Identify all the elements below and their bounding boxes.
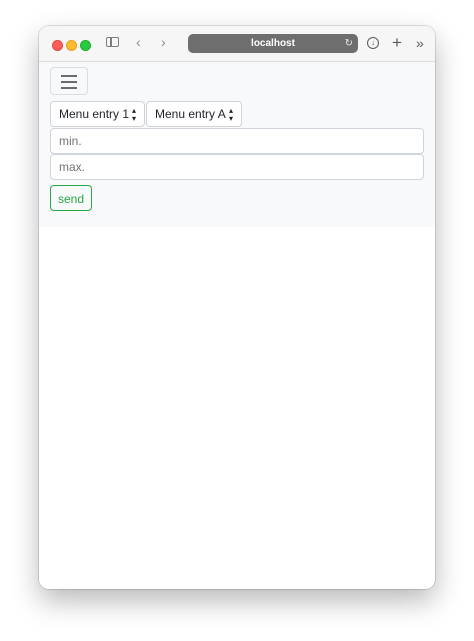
navbar-toggler-button[interactable] <box>50 67 88 95</box>
close-window-button[interactable] <box>52 40 63 51</box>
select-caret-icon: ▴ ▾ <box>131 106 136 123</box>
menu-select-2[interactable]: Menu entry A ▴ ▾ <box>146 101 242 127</box>
select-caret-down-icon: ▾ <box>228 114 233 123</box>
menu-select-2-value: Menu entry A <box>155 107 226 121</box>
download-icon[interactable]: ↓ <box>367 37 379 49</box>
select-caret-down-icon: ▾ <box>131 114 136 123</box>
maximize-window-button[interactable] <box>80 40 91 51</box>
address-bar-url: localhost <box>251 38 295 49</box>
hamburger-icon-bar <box>61 87 77 89</box>
screenshot-stage: ‹ › localhost ↻ ↓ + » Menu entry 1 ▴ ▾ M… <box>0 0 474 641</box>
minimize-window-button[interactable] <box>66 40 77 51</box>
menu-select-1[interactable]: Menu entry 1 ▴ ▾ <box>50 101 145 127</box>
reload-icon[interactable]: ↻ <box>345 37 353 50</box>
sidebar-icon[interactable] <box>106 37 119 47</box>
max-input[interactable] <box>50 154 424 180</box>
send-button[interactable]: send <box>50 185 92 211</box>
select-caret-icon: ▴ ▾ <box>228 106 233 123</box>
navbar: Menu entry 1 ▴▾ Menu entry A ▴▾ send <box>39 62 435 227</box>
chevron-right-icon[interactable]: › <box>161 35 166 49</box>
page-content: Menu entry 1 ▴▾ Menu entry A ▴▾ send <box>39 62 435 589</box>
hamburger-icon-bar <box>61 81 77 83</box>
plus-icon[interactable]: + <box>392 33 402 53</box>
double-chevron-right-icon[interactable]: » <box>416 34 424 52</box>
browser-window: ‹ › localhost ↻ ↓ + » Menu entry 1 ▴ ▾ M… <box>39 26 435 589</box>
chevron-left-icon[interactable]: ‹ <box>136 35 141 49</box>
menu-select-1-value: Menu entry 1 <box>59 107 130 121</box>
address-bar[interactable]: localhost ↻ <box>188 34 358 53</box>
min-input[interactable] <box>50 128 424 154</box>
hamburger-icon <box>61 75 77 77</box>
browser-titlebar: ‹ › localhost ↻ ↓ + » <box>39 26 435 62</box>
